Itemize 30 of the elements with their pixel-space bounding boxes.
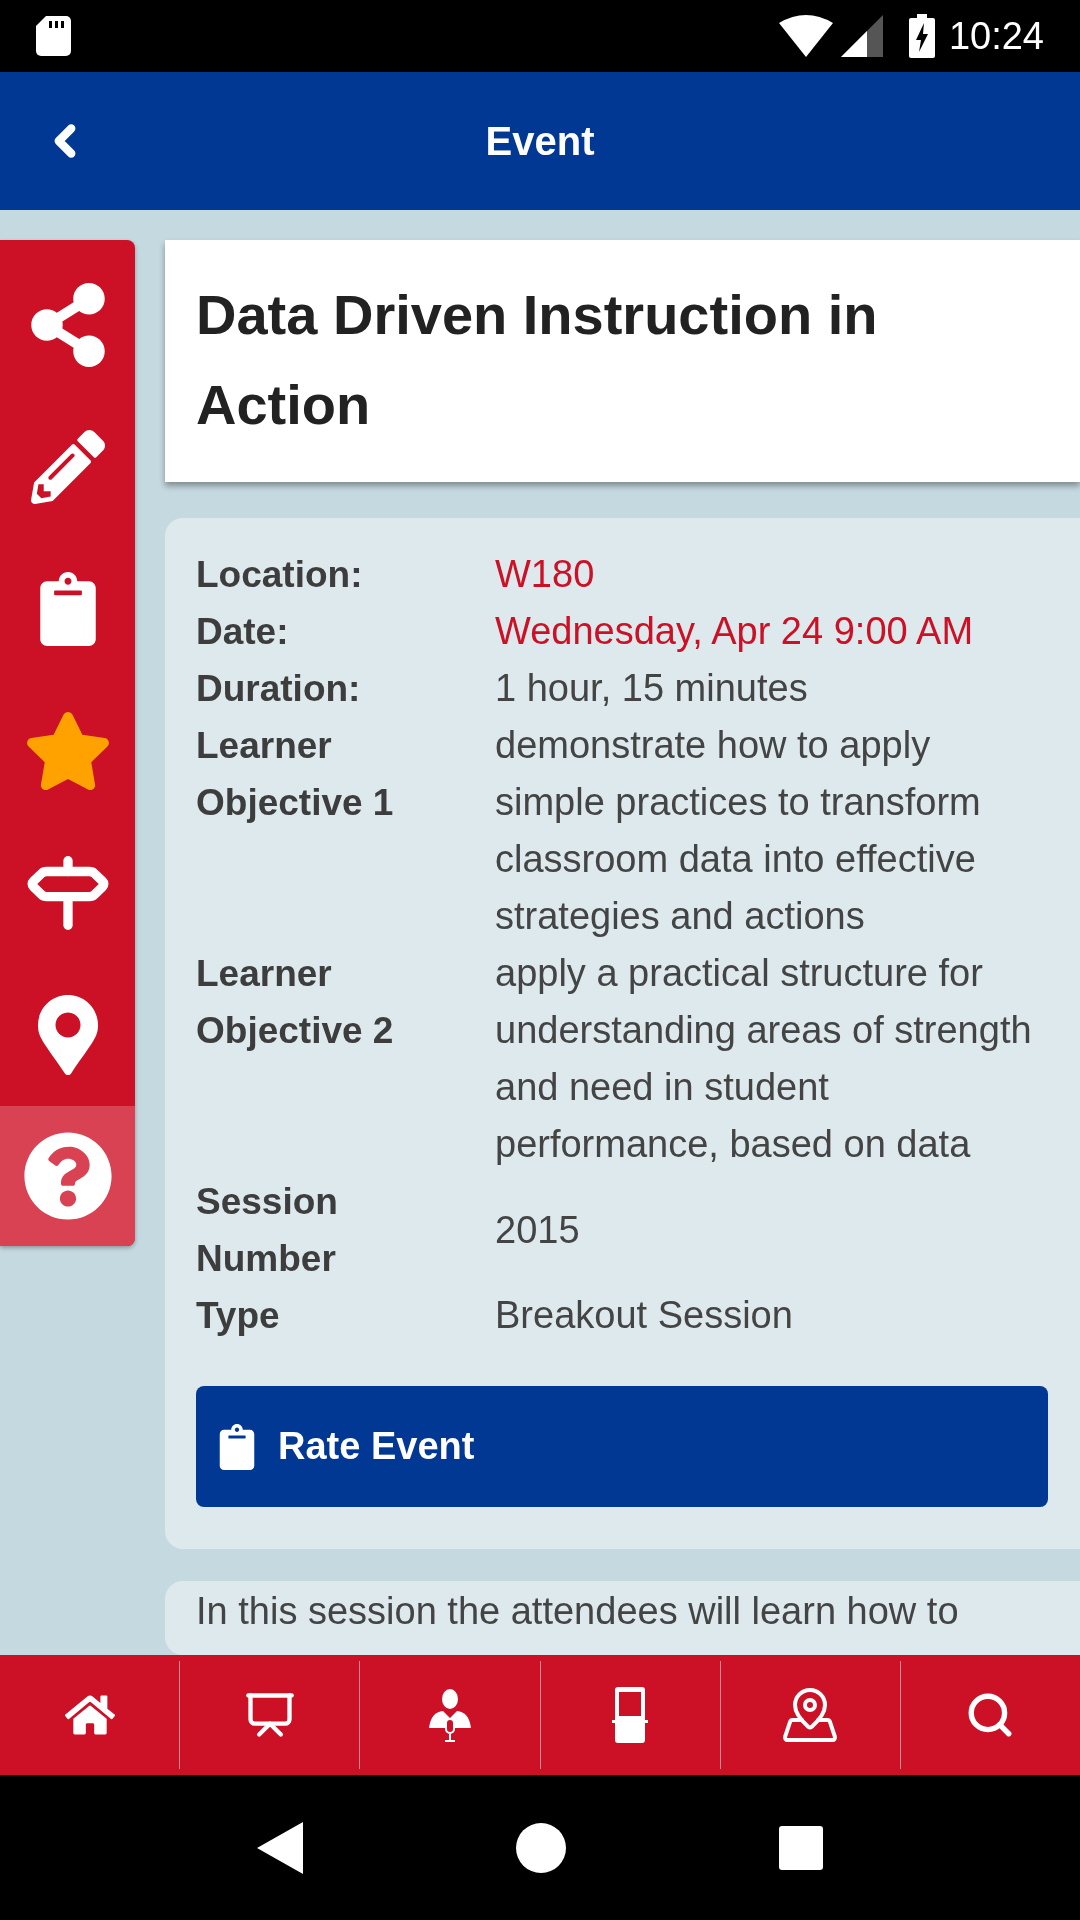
detail-value: 2015 [495, 1207, 581, 1253]
status-time: 10:24 [948, 17, 1044, 55]
detail-label: Date: [196, 610, 290, 654]
back-icon[interactable] [256, 1821, 303, 1874]
pencil-icon [30, 430, 105, 504]
detail-label: Type [196, 1294, 281, 1338]
wifi-icon [778, 15, 833, 57]
detail-label: Learner Objective 1 [196, 724, 395, 825]
detail-value: 1 hour, 15 minutes [495, 666, 809, 711]
detail-value: Breakout Session [495, 1293, 794, 1338]
detail-label: Learner Objective 2 [196, 952, 395, 1053]
kiosk-icon [612, 1687, 649, 1743]
signal-icon [840, 15, 883, 57]
event-title: Data Driven Instruction in Action [196, 282, 879, 438]
detail-label: Duration: [196, 667, 362, 711]
home-circle-icon[interactable] [516, 1822, 566, 1873]
battery-icon [908, 14, 935, 58]
header-title: Event [485, 118, 595, 165]
detail-value: apply a practical structure for understanding areas of strength and need in student performance, based on data [495, 951, 1033, 1167]
help-icon [22, 1131, 113, 1221]
detail-label: Session Number [196, 1180, 339, 1281]
rate-event-button[interactable]: Rate Event [196, 1386, 1048, 1507]
recents-icon[interactable] [779, 1825, 824, 1870]
speaker-icon [426, 1688, 473, 1742]
detail-value[interactable]: W180 [495, 546, 1048, 603]
sd-card-icon [36, 16, 72, 56]
detail-label: Location: [196, 553, 364, 597]
detail-value[interactable]: Wednesday, Apr 24 9:00 AM [495, 603, 1048, 660]
description-text: In this session the attendees will learn how to [196, 1589, 960, 1633]
help-button[interactable] [0, 1106, 135, 1246]
